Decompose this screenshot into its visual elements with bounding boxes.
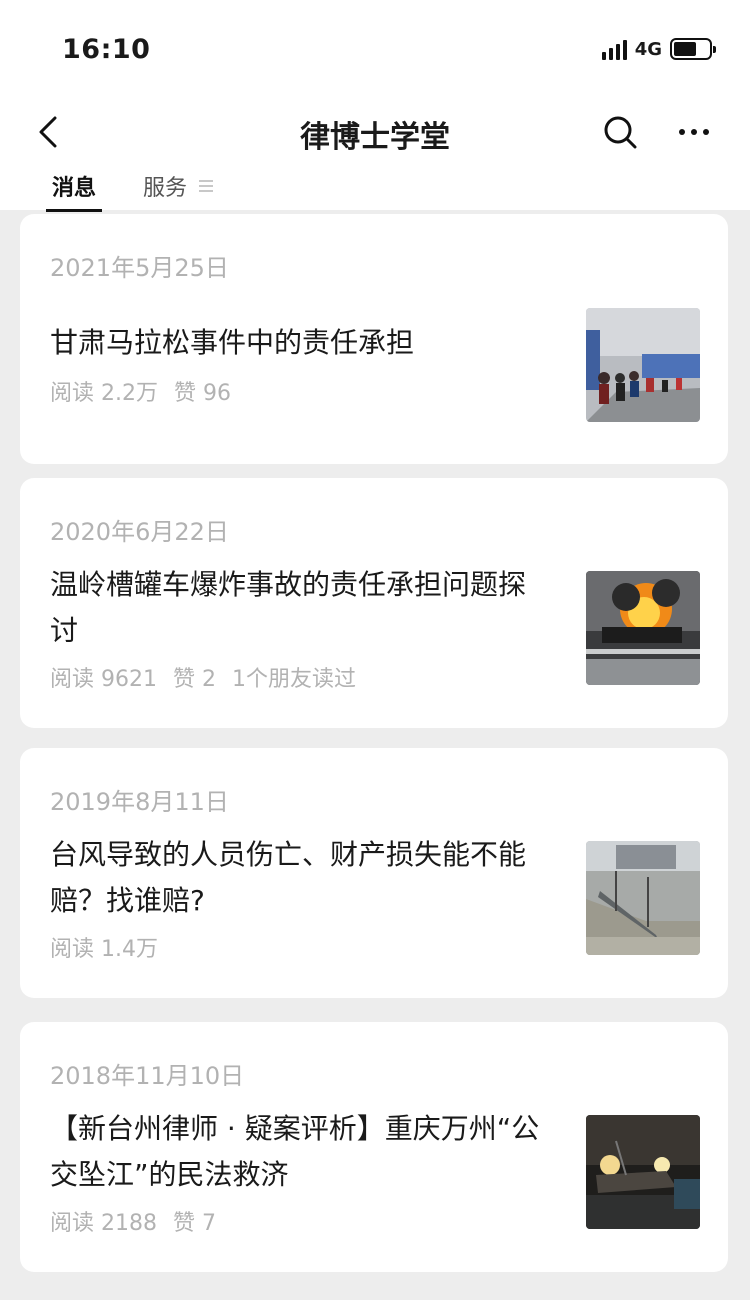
article-title[interactable]: 温岭槽罐车爆炸事故的责任承担问题探讨 bbox=[50, 562, 550, 654]
search-button[interactable] bbox=[600, 112, 640, 152]
more-button[interactable] bbox=[670, 112, 718, 152]
article-thumbnail[interactable] bbox=[586, 308, 700, 422]
article-title[interactable]: 台风导致的人员伤亡、财产损失能不能赔？找谁赔? bbox=[50, 832, 550, 924]
tab-bar: 消息 服务 bbox=[0, 164, 750, 212]
article-likes: 赞 7 bbox=[172, 1211, 216, 1236]
article-friends-read: 1个朋友读过 bbox=[231, 667, 356, 692]
article-thumbnail[interactable] bbox=[586, 1115, 700, 1229]
article-meta: 阅读 9621 赞 2 1个朋友读过 bbox=[50, 661, 356, 693]
article-date: 2018年11月10日 bbox=[50, 1062, 245, 1090]
article-title[interactable]: 【新台州律师 · 疑案评析】重庆万州“公交坠江”的民法救济 bbox=[50, 1106, 550, 1198]
article-thumbnail[interactable] bbox=[586, 841, 700, 955]
tab-services[interactable]: 服务 bbox=[143, 170, 214, 202]
article-meta: 阅读 2188 赞 7 bbox=[50, 1205, 216, 1237]
search-icon bbox=[604, 116, 637, 149]
network-type: 4G bbox=[634, 38, 662, 60]
article-reads: 阅读 1.4万 bbox=[50, 937, 158, 962]
article-reads: 阅读 2188 bbox=[50, 1211, 157, 1236]
nav-bar: 律博士学堂 bbox=[0, 100, 750, 162]
battery-icon bbox=[670, 38, 716, 60]
signal-icon bbox=[601, 38, 627, 60]
status-indicators: 4G bbox=[601, 38, 716, 60]
article-date: 2021年5月25日 bbox=[50, 254, 229, 282]
article-reads: 阅读 9621 bbox=[50, 667, 157, 692]
tab-messages[interactable]: 消息 bbox=[45, 170, 103, 212]
article-date: 2020年6月22日 bbox=[50, 518, 229, 546]
article-meta: 阅读 2.2万 赞 96 bbox=[50, 375, 231, 407]
article-title[interactable]: 甘肃马拉松事件中的责任承担 bbox=[50, 320, 550, 366]
status-time: 16:10 bbox=[62, 34, 151, 65]
article-likes: 赞 2 bbox=[172, 667, 216, 692]
article-card[interactable]: 2018年11月10日 【新台州律师 · 疑案评析】重庆万州“公交坠江”的民法救… bbox=[20, 1022, 728, 1272]
status-bar: 16:10 4G bbox=[0, 0, 750, 100]
header-area: 16:10 4G 律博士学堂 消息 服务 bbox=[0, 0, 750, 212]
article-date: 2019年8月11日 bbox=[50, 788, 229, 816]
tab-services-label: 服务 bbox=[143, 176, 188, 201]
more-dot-icon bbox=[691, 129, 697, 135]
article-meta: 阅读 1.4万 bbox=[50, 931, 158, 963]
more-dot-icon bbox=[703, 129, 709, 135]
article-likes: 赞 96 bbox=[173, 381, 231, 406]
article-card[interactable]: 2019年8月11日 台风导致的人员伤亡、财产损失能不能赔？找谁赔? 阅读 1.… bbox=[20, 748, 728, 998]
article-card[interactable]: 2021年5月25日 甘肃马拉松事件中的责任承担 阅读 2.2万 赞 96 bbox=[20, 214, 728, 464]
article-thumbnail[interactable] bbox=[586, 571, 700, 685]
screen: 16:10 4G 律博士学堂 消息 服务 2021年5月25日 甘肃马拉松事件中… bbox=[0, 0, 750, 1300]
menu-icon bbox=[199, 180, 214, 192]
article-reads: 阅读 2.2万 bbox=[50, 381, 158, 406]
article-card[interactable]: 2020年6月22日 温岭槽罐车爆炸事故的责任承担问题探讨 阅读 9621 赞 … bbox=[20, 478, 728, 728]
more-dot-icon bbox=[679, 129, 685, 135]
